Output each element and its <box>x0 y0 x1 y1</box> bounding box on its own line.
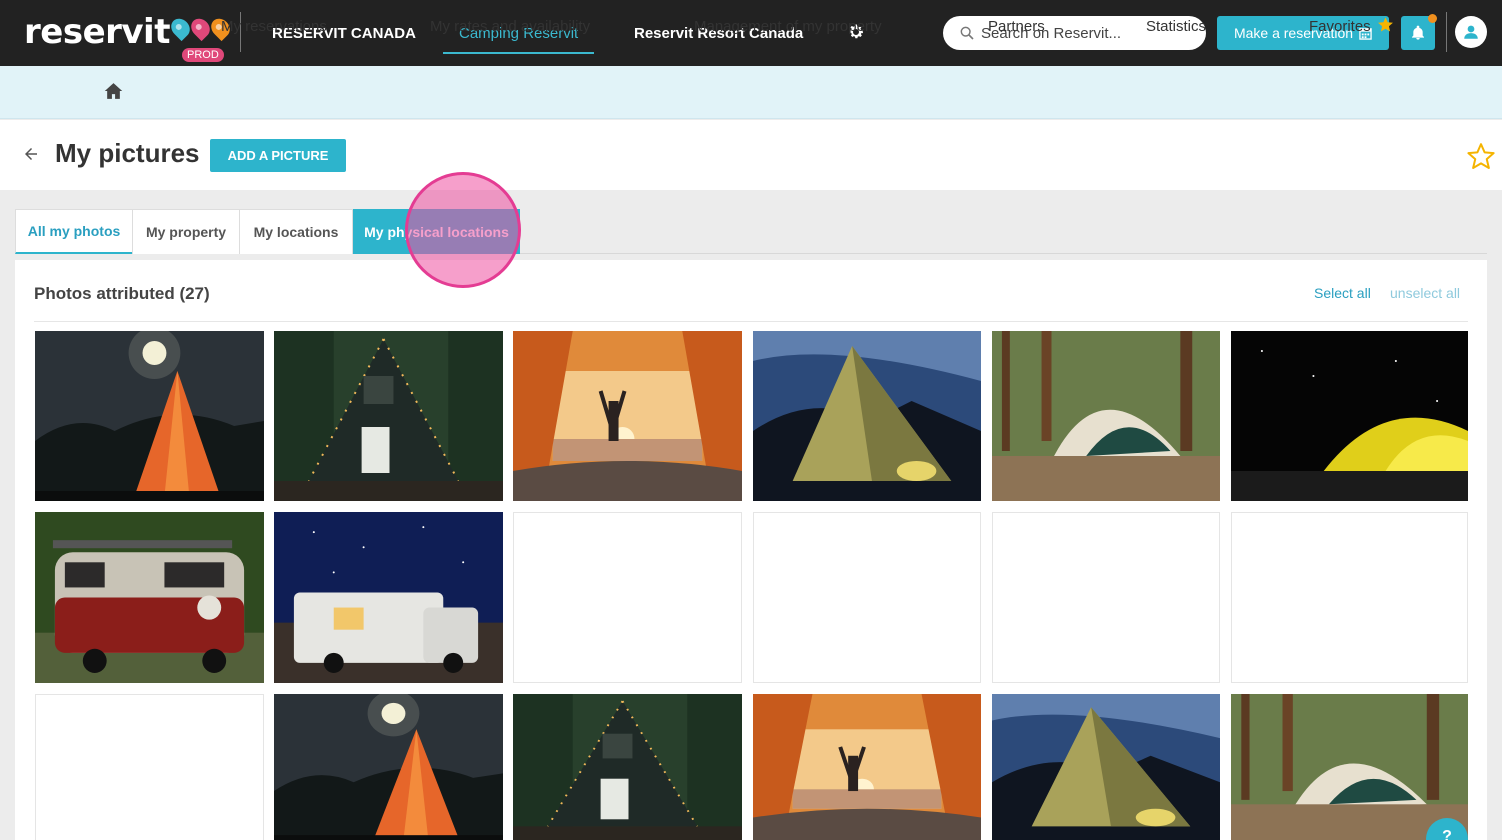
photo-thumbnail[interactable] <box>513 694 742 840</box>
subnav-favorites-label: Favorites <box>1309 18 1371 35</box>
photo-thumbnail[interactable] <box>992 331 1220 501</box>
subnav-management-property[interactable]: Management of my property <box>694 0 882 53</box>
subnav-favorites[interactable]: Favorites <box>1309 0 1394 53</box>
subnav-partners[interactable]: Partners <box>988 0 1045 53</box>
back-arrow-icon[interactable] <box>22 145 40 163</box>
photo-thumbnail[interactable] <box>35 331 264 501</box>
photo-thumbnail[interactable] <box>274 331 503 501</box>
photos-count-title: Photos attributed (27) <box>34 284 210 303</box>
tab-all-my-photos[interactable]: All my photos <box>15 209 133 254</box>
photo-thumbnail[interactable] <box>1231 694 1468 840</box>
photo-thumbnail[interactable] <box>753 694 981 840</box>
secondary-nav <box>0 66 1502 119</box>
notifications-button[interactable] <box>1401 14 1437 50</box>
subnav-my-reservations[interactable]: My reservations <box>221 0 327 53</box>
user-menu-button[interactable] <box>1455 16 1487 48</box>
subnav-statistics[interactable]: Statistics <box>1146 0 1206 53</box>
home-icon[interactable] <box>104 82 123 100</box>
search-icon <box>960 26 974 40</box>
photo-placeholder[interactable] <box>753 512 981 683</box>
favorite-star-icon[interactable] <box>1466 141 1496 171</box>
page-title: My pictures <box>55 138 200 168</box>
select-all-link[interactable]: Select all <box>1314 285 1371 301</box>
bell-icon <box>1412 25 1424 40</box>
photo-placeholder[interactable] <box>992 512 1220 683</box>
star-icon <box>1377 17 1393 32</box>
user-icon <box>1464 25 1478 39</box>
unselect-all-link[interactable]: unselect all <box>1390 285 1460 301</box>
photo-thumbnail[interactable] <box>1231 331 1468 501</box>
reservit-logo[interactable]: reservit <box>24 12 234 52</box>
photo-thumbnail[interactable] <box>753 331 981 501</box>
notification-dot <box>1428 14 1437 23</box>
click-indicator <box>405 172 521 288</box>
photo-placeholder[interactable] <box>1231 512 1468 683</box>
tab-my-property[interactable]: My property <box>132 209 240 254</box>
env-badge: PROD <box>182 48 224 62</box>
photo-thumbnail[interactable] <box>992 694 1220 840</box>
photo-thumbnail[interactable] <box>274 694 503 840</box>
photo-placeholder[interactable] <box>513 512 742 683</box>
add-picture-button[interactable]: ADD A PICTURE <box>210 139 346 172</box>
tab-my-locations[interactable]: My locations <box>239 209 353 254</box>
logo-text: reservit <box>24 12 170 52</box>
photo-thumbnail[interactable] <box>274 512 503 683</box>
photo-thumbnail[interactable] <box>35 512 264 683</box>
divider <box>34 321 1468 322</box>
divider <box>1446 12 1447 52</box>
photo-thumbnail[interactable] <box>513 331 742 501</box>
photo-placeholder[interactable] <box>35 694 264 840</box>
subnav-rates-availability[interactable]: My rates and availability <box>430 0 590 53</box>
